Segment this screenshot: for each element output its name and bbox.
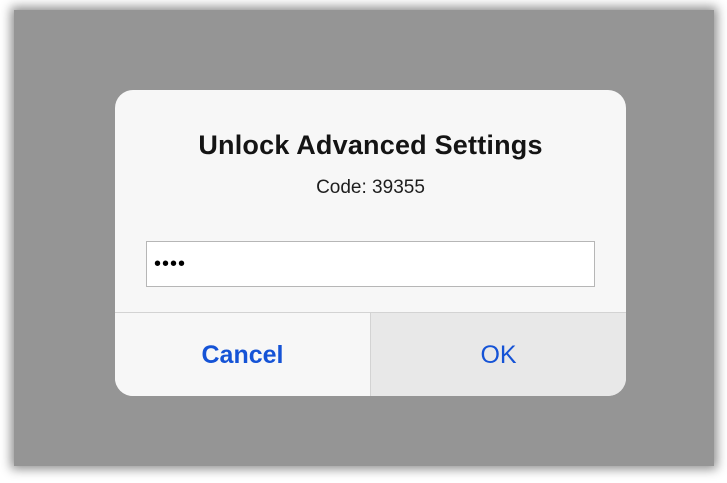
alert-dialog: Unlock Advanced Settings Code: 39355 •••… xyxy=(115,90,626,396)
dialog-title: Unlock Advanced Settings xyxy=(198,130,543,160)
secure-text-value: •••• xyxy=(154,253,187,275)
ok-button[interactable]: OK xyxy=(370,313,626,396)
cancel-button[interactable]: Cancel xyxy=(115,313,370,396)
dimmed-backdrop: Unlock Advanced Settings Code: 39355 •••… xyxy=(14,10,714,466)
dialog-message: Code: 39355 xyxy=(316,177,425,198)
screenshot-frame: Unlock Advanced Settings Code: 39355 •••… xyxy=(0,0,727,483)
dialog-actions: Cancel OK xyxy=(115,312,626,396)
code-input-field[interactable]: •••• xyxy=(146,241,595,287)
